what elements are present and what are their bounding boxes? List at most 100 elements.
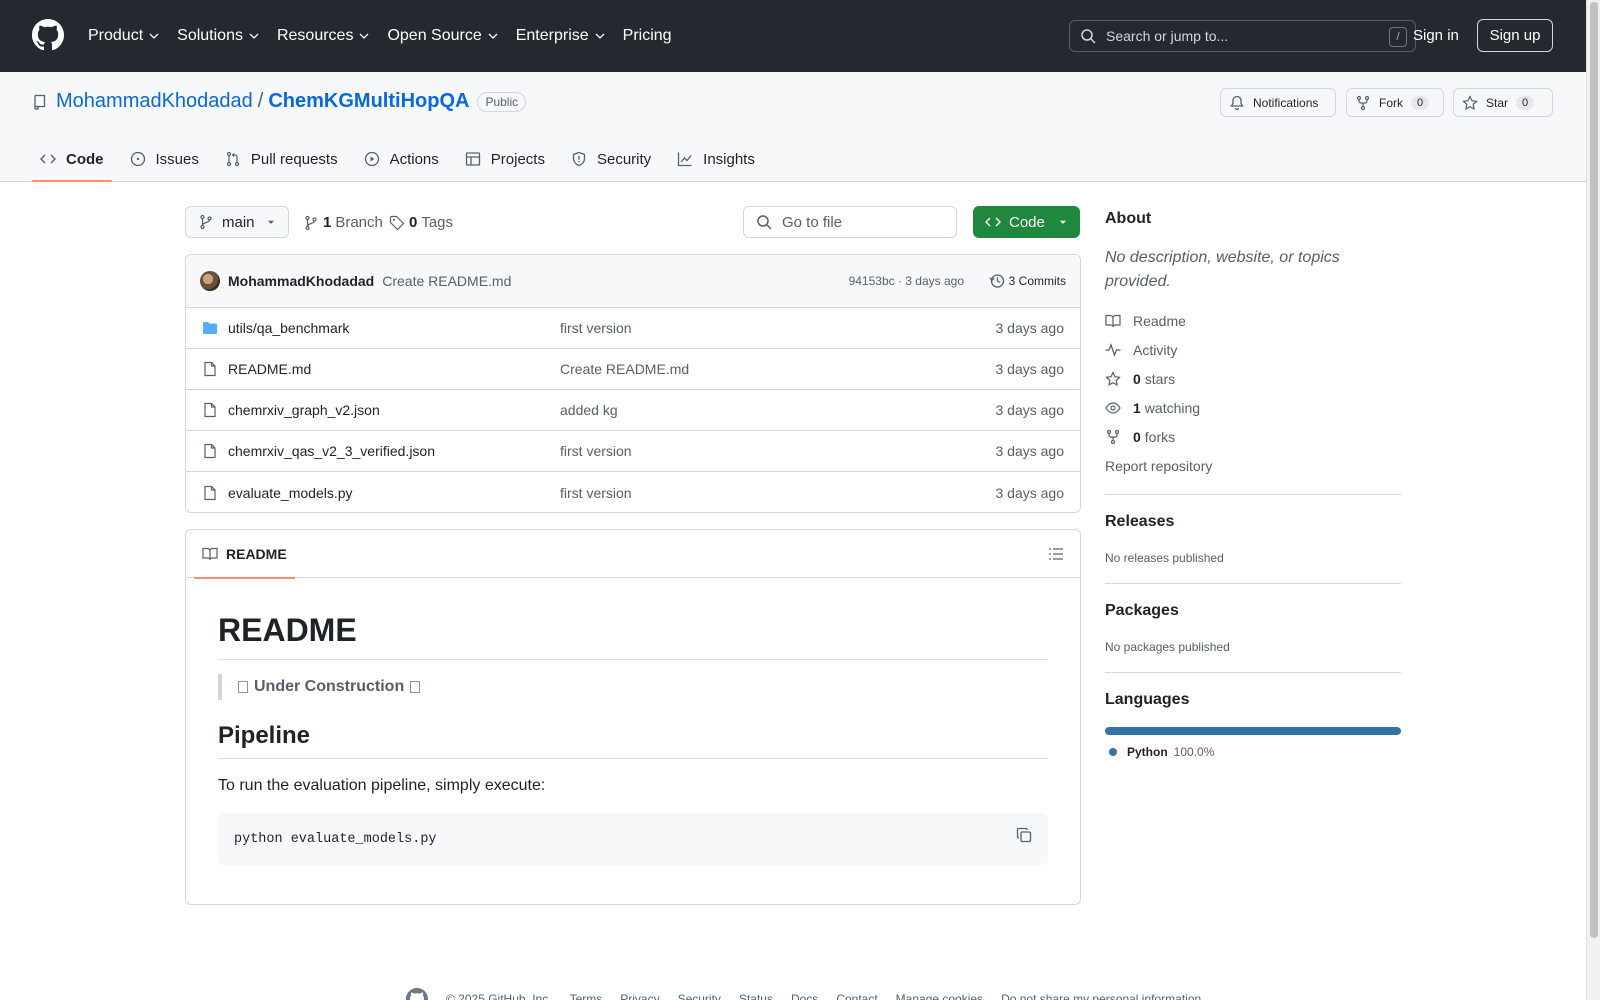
table-row[interactable]: chemrxiv_qas_v2_3_verified.json first ve… xyxy=(186,431,1080,472)
readme-tabbar: README xyxy=(186,530,1080,579)
tab-insights[interactable]: Insights xyxy=(669,136,763,182)
language-item-python[interactable]: Python 100.0% xyxy=(1109,745,1401,759)
file-name-link[interactable]: chemrxiv_graph_v2.json xyxy=(228,402,380,418)
caret-down-icon xyxy=(267,220,275,224)
issue-icon xyxy=(130,151,145,167)
code-button-label: Code xyxy=(1009,213,1045,231)
nav-product[interactable]: Product xyxy=(88,27,160,45)
tab-issues[interactable]: Issues xyxy=(122,136,207,182)
commit-author-link[interactable]: MohammadKhodadad xyxy=(228,273,374,289)
file-commit-message[interactable]: Create README.md xyxy=(560,361,689,377)
commit-sha-time[interactable]: 94153bc · 3 days ago xyxy=(849,274,964,288)
file-name-link[interactable]: evaluate_models.py xyxy=(228,485,353,501)
footer-link-docs[interactable]: Docs xyxy=(791,992,818,1000)
search-input[interactable]: Search or jump to... / xyxy=(1069,20,1416,52)
file-commit-message[interactable]: added kg xyxy=(560,402,618,418)
footer-link-terms[interactable]: Terms xyxy=(570,992,603,1000)
branch-select-button[interactable]: main xyxy=(185,206,289,238)
github-logo-icon[interactable] xyxy=(32,19,64,51)
star-button[interactable]: Star 0 xyxy=(1453,88,1553,117)
tab-projects[interactable]: Projects xyxy=(457,136,553,182)
tab-pull-requests[interactable]: Pull requests xyxy=(217,136,346,182)
footer-link-security[interactable]: Security xyxy=(678,992,721,1000)
repo-owner-link[interactable]: MohammadKhodadad xyxy=(56,90,253,113)
watchers-link[interactable]: 1 watching xyxy=(1105,393,1401,422)
readme-link[interactable]: Readme xyxy=(1105,306,1401,335)
code-button[interactable]: Code xyxy=(973,206,1080,238)
footer-link-manage-cookies[interactable]: Manage cookies xyxy=(896,992,983,1000)
file-icon xyxy=(204,402,216,418)
releases-title[interactable]: Releases xyxy=(1105,513,1401,531)
stars-link[interactable]: 0 stars xyxy=(1105,364,1401,393)
tab-actions[interactable]: Actions xyxy=(356,136,447,182)
star-label: Star xyxy=(1486,95,1509,110)
footer-link-privacy[interactable]: Privacy xyxy=(620,992,659,1000)
tag-count: 0 xyxy=(409,214,418,231)
packages-title[interactable]: Packages xyxy=(1105,602,1401,620)
tab-issues-label: Issues xyxy=(155,150,199,168)
forks-link[interactable]: 0 forks xyxy=(1105,422,1401,451)
stars-label: stars xyxy=(1144,370,1176,387)
commit-message-link[interactable]: Create README.md xyxy=(382,273,511,289)
tab-security[interactable]: Security xyxy=(563,136,659,182)
tag-label: Tags xyxy=(421,214,454,231)
report-repository-link[interactable]: Report repository xyxy=(1105,451,1401,480)
file-icon xyxy=(204,361,216,377)
file-commit-message[interactable]: first version xyxy=(560,485,632,501)
fork-label: Fork xyxy=(1379,95,1403,110)
page-scrollbar[interactable] xyxy=(1586,0,1600,1000)
scrollbar-thumb[interactable] xyxy=(1590,2,1598,938)
sign-up-button[interactable]: Sign up xyxy=(1477,19,1553,52)
nav-solutions[interactable]: Solutions xyxy=(177,27,260,45)
forks-count: 0 xyxy=(1133,428,1141,445)
readme-content: README Under Construction Pipeline To ru… xyxy=(186,578,1080,865)
nav-resources[interactable]: Resources xyxy=(277,27,370,45)
file-date: 3 days ago xyxy=(995,402,1065,418)
activity-link[interactable]: Activity xyxy=(1105,335,1401,364)
readme-tab[interactable]: README xyxy=(194,530,295,579)
commits-link[interactable]: 3 Commits xyxy=(989,273,1066,289)
book-icon xyxy=(202,547,218,561)
fork-count: 0 xyxy=(1411,95,1430,110)
file-name-link[interactable]: chemrxiv_qas_v2_3_verified.json xyxy=(228,443,435,459)
fork-button[interactable]: Fork 0 xyxy=(1346,88,1444,117)
table-row[interactable]: evaluate_models.py first version 3 days … xyxy=(186,472,1080,512)
file-commit-message[interactable]: first version xyxy=(560,443,632,459)
readme-tab-label: README xyxy=(226,546,287,562)
go-to-file-input[interactable]: Go to file xyxy=(743,206,957,238)
footer-link-do-not-share[interactable]: Do not share my personal information xyxy=(1001,992,1201,1000)
file-name-link[interactable]: README.md xyxy=(228,361,311,377)
branch-label: Branch xyxy=(335,214,383,231)
avatar[interactable] xyxy=(200,271,220,291)
file-name-link[interactable]: utils/qa_benchmark xyxy=(228,320,349,336)
search-icon xyxy=(1081,29,1096,44)
table-row[interactable]: utils/qa_benchmark first version 3 days … xyxy=(186,308,1080,349)
table-row[interactable]: chemrxiv_graph_v2.json added kg 3 days a… xyxy=(186,390,1080,431)
tab-code[interactable]: Code xyxy=(32,136,112,182)
notifications-button[interactable]: Notifications xyxy=(1220,88,1336,117)
packages-text: No packages published xyxy=(1105,640,1230,654)
table-row[interactable]: README.md Create README.md 3 days ago xyxy=(186,349,1080,390)
star-icon xyxy=(1462,94,1478,110)
chevron-down-icon xyxy=(488,33,498,39)
footer-link-status[interactable]: Status xyxy=(739,992,773,1000)
tab-pull-requests-label: Pull requests xyxy=(250,150,338,168)
file-commit-message[interactable]: first version xyxy=(560,320,632,336)
blockquote-text: Under Construction xyxy=(254,678,405,695)
footer-copyright: © 2025 GitHub, Inc. xyxy=(446,992,552,1000)
branches-link[interactable]: 1 Branch xyxy=(303,214,383,231)
repo-name-link[interactable]: ChemKGMultiHopQA xyxy=(268,90,469,113)
file-icon xyxy=(204,485,216,500)
github-logo-icon[interactable] xyxy=(406,988,428,1000)
outline-list-icon[interactable] xyxy=(1048,546,1064,562)
readme-panel: README README Under Construction Pipelin… xyxy=(185,529,1081,905)
nav-pricing[interactable]: Pricing xyxy=(623,27,672,45)
tags-link[interactable]: 0 Tags xyxy=(389,214,453,231)
chevron-down-icon xyxy=(595,33,605,39)
branch-count: 1 xyxy=(323,214,332,231)
nav-open-source[interactable]: Open Source xyxy=(387,27,498,45)
copy-icon[interactable] xyxy=(1016,827,1032,843)
footer-link-contact[interactable]: Contact xyxy=(836,992,877,1000)
sign-in-link[interactable]: Sign in xyxy=(1413,27,1459,44)
nav-enterprise[interactable]: Enterprise xyxy=(516,27,606,45)
